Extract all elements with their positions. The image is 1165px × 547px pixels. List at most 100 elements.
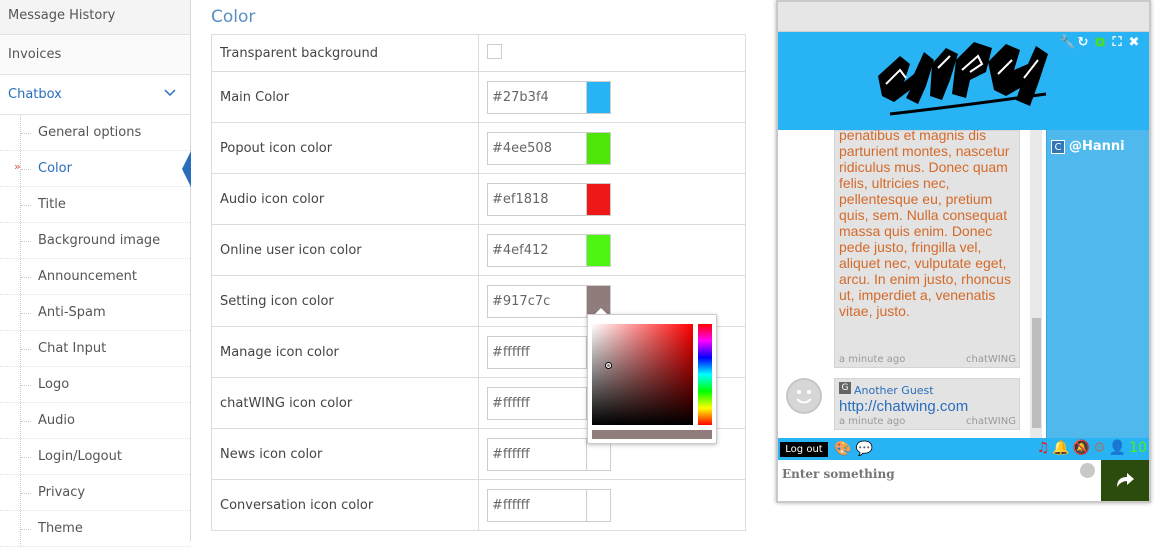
tree-line [20, 367, 32, 402]
tree-line [20, 259, 32, 294]
palette-icon[interactable]: 🎨 [834, 441, 851, 457]
color-swatch[interactable] [586, 80, 611, 114]
bell-off-icon[interactable]: 🔕 [1073, 440, 1090, 456]
message-text: penatibus et magnis dis parturient monte… [839, 127, 1011, 319]
chatbox-tools: 🔧 ↻ ⧉ ⛶ ✖ [1059, 36, 1141, 50]
table-row: Conversation icon color #ffffff [211, 479, 746, 531]
wrench-icon[interactable]: 🔧 [1059, 36, 1075, 50]
chevron-down-icon [164, 89, 176, 97]
color-preview [592, 430, 712, 439]
color-hex-input[interactable]: #4ef412 [487, 233, 587, 267]
tree-line [20, 151, 32, 186]
table-row: Popout icon color #4ee508 [211, 122, 746, 174]
sidebar-item-audio[interactable]: Audio [0, 403, 190, 439]
row-label: Setting icon color [211, 275, 479, 327]
online-user-icon[interactable]: 👤 [1109, 440, 1126, 456]
sidebar-item-logo[interactable]: Logo [0, 367, 190, 403]
sidebar-item-label: Color [38, 161, 72, 176]
color-hex-input[interactable]: #ffffff [487, 437, 587, 471]
sidebar-item-color[interactable]: » Color [0, 151, 191, 187]
collapse-icon[interactable]: ✖ [1127, 36, 1141, 50]
row-label: Conversation icon color [211, 479, 479, 531]
send-arrow-icon [1117, 473, 1134, 487]
sidebar-item-label: Announcement [38, 269, 137, 284]
sidebar-item-theme[interactable]: Theme [0, 511, 190, 547]
sidebar-item-general-options[interactable]: General options [0, 115, 190, 151]
sidebar-item-label: Title [38, 197, 66, 212]
color-hex-input[interactable]: #ffffff [487, 488, 587, 522]
audio-icon[interactable]: ♫ [1037, 440, 1050, 456]
conversation-icon[interactable]: 💬 [855, 441, 872, 457]
saturation-handle[interactable] [606, 363, 611, 368]
message-author[interactable]: Another Guest [854, 384, 934, 397]
sidebar-section-chatbox[interactable]: Chatbox [0, 75, 190, 115]
tree-line [20, 187, 32, 222]
picker-caret [595, 308, 607, 314]
sidebar-item-login-logout[interactable]: Login/Logout [0, 439, 190, 475]
sidebar-item-label: Logo [38, 377, 70, 392]
table-row: Audio icon color #ef1818 [211, 173, 746, 225]
color-swatch[interactable] [586, 182, 611, 216]
color-picker-popup [587, 314, 717, 444]
scrollbar-thumb[interactable] [1032, 318, 1041, 428]
page-title: Color [211, 7, 256, 27]
notification-bell-icon[interactable]: 🔔 [1052, 440, 1069, 456]
color-hex-input[interactable]: #27b3f4 [487, 80, 587, 114]
sidebar-item-message-history[interactable]: Message History [0, 0, 190, 35]
online-user-name[interactable]: @Hanni [1069, 139, 1125, 154]
online-users-panel: C @Hanni [1046, 130, 1149, 438]
table-row: Transparent background [211, 34, 746, 72]
color-settings-panel: Color Transparent background Main Color #… [211, 0, 746, 531]
chat-message-input[interactable] [782, 464, 1082, 484]
online-count: 10 [1129, 440, 1147, 456]
tree-line [20, 295, 32, 330]
color-hex-input[interactable]: #917c7c [487, 284, 587, 318]
tree-line [20, 439, 32, 474]
row-label: Manage icon color [211, 326, 479, 378]
color-hex-input[interactable]: #4ee508 [487, 131, 587, 165]
sidebar-item-announcement[interactable]: Announcement [0, 259, 190, 295]
guest-badge: G [839, 382, 851, 394]
sidebar-item-chat-input[interactable]: Chat Input [0, 331, 190, 367]
chat-message: penatibus et magnis dis parturient monte… [834, 127, 1020, 368]
refresh-icon[interactable]: ↻ [1076, 36, 1090, 50]
color-hex-input[interactable]: #ffffff [487, 335, 587, 369]
color-hex-input[interactable]: #ffffff [487, 386, 587, 420]
saturation-area[interactable] [592, 324, 693, 425]
color-hex-input[interactable]: #ef1818 [487, 182, 587, 216]
color-swatch[interactable] [586, 233, 611, 267]
chat-message: G Another Guest http://chatwing.com a min… [834, 378, 1020, 430]
sidebar-item-title[interactable]: Title [0, 187, 190, 223]
sidebar-item-background-image[interactable]: Background image [0, 223, 190, 259]
transparent-background-checkbox[interactable] [487, 43, 502, 59]
popout-icon[interactable]: ⧉ [1093, 36, 1107, 50]
sidebar-item-label: Theme [38, 521, 83, 536]
sidebar-item-label: Privacy [38, 485, 86, 500]
avatar [786, 378, 822, 414]
chat-messages: penatibus et magnis dis parturient monte… [778, 127, 1046, 438]
message-link[interactable]: http://chatwing.com [835, 398, 1019, 415]
sidebar-item-label: Chat Input [38, 341, 107, 356]
tree-line [20, 223, 32, 258]
emoticon-icon[interactable] [1080, 463, 1095, 478]
row-label: Main Color [211, 71, 479, 123]
send-button[interactable] [1101, 460, 1149, 501]
sidebar-item-anti-spam[interactable]: Anti-Spam [0, 295, 190, 331]
user-badge: C [1051, 140, 1065, 154]
chatbox-topbar [778, 2, 1149, 32]
tree-line [20, 115, 32, 150]
sidebar-item-invoices[interactable]: Invoices [0, 35, 190, 75]
sidebar-item-privacy[interactable]: Privacy [0, 475, 190, 511]
table-row: Main Color #27b3f4 [211, 71, 746, 123]
color-swatch[interactable] [586, 131, 611, 165]
logout-button[interactable]: Log out [780, 442, 828, 457]
fullscreen-icon[interactable]: ⛶ [1110, 36, 1124, 50]
hue-slider[interactable] [698, 324, 712, 425]
color-swatch[interactable] [586, 488, 611, 522]
tree-line [20, 331, 32, 366]
gear-icon[interactable]: ⚙ [1093, 440, 1106, 456]
chat-input-row [778, 460, 1149, 501]
row-label: Online user icon color [211, 224, 479, 276]
sidebar-submenu: General options » Color Title Background ima… [0, 115, 191, 547]
chatbox-header: 🔧 ↻ ⧉ ⛶ ✖ [778, 32, 1149, 129]
